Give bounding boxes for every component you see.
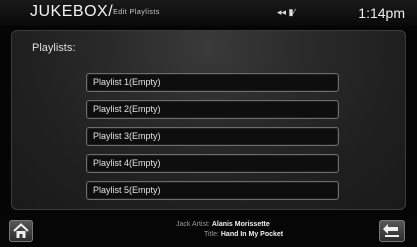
bottom-bar: Jack Artist: Alanis Morissette Title: Ha… [0, 213, 417, 247]
playlist-item[interactable]: Playlist 1(Empty) [86, 73, 339, 92]
playlist-item[interactable]: Playlist 5(Empty) [86, 181, 339, 200]
now-playing-artist-row: Jack Artist: Alanis Morissette [176, 221, 270, 228]
source-label: Jack [176, 221, 191, 228]
title-label: Title: [204, 231, 219, 238]
artist-label: Artist: [191, 221, 210, 228]
title-main: JUKEBOX/ [30, 3, 114, 20]
artist-value: Alanis Morissette [211, 221, 270, 228]
playlist-item[interactable]: Playlist 2(Empty) [86, 100, 339, 119]
status-icons: ◂◂ ▮∕ [277, 7, 295, 17]
playlist-item[interactable]: Playlist 4(Empty) [86, 154, 339, 173]
title-value: Hand In My Pocket [220, 231, 284, 238]
home-button[interactable] [9, 220, 33, 242]
jukebox-screen: JUKEBOX/Edit Playlists ◂◂ ▮∕ 1:14pm Play… [0, 0, 417, 247]
back-button[interactable] [379, 220, 405, 242]
clock: 1:14pm [358, 5, 405, 21]
playlist-label: Playlist 3(Empty) [93, 131, 161, 141]
screen-title: JUKEBOX/Edit Playlists [30, 3, 160, 21]
playlist-label: Playlist 2(Empty) [93, 104, 161, 114]
panel-title: Playlists: [32, 42, 76, 54]
playlists-panel: Playlists: Playlist 1(Empty) Playlist 2(… [11, 30, 406, 210]
now-playing-title-row: Title: Hand In My Pocket [204, 231, 283, 238]
back-arrow-icon [383, 224, 399, 237]
playlist-item[interactable]: Playlist 3(Empty) [86, 127, 339, 146]
playlist-label: Playlist 4(Empty) [93, 158, 161, 168]
playlist-label: Playlist 5(Empty) [93, 185, 161, 195]
home-icon [13, 223, 29, 238]
playlist-label: Playlist 1(Empty) [93, 77, 161, 87]
top-bar: JUKEBOX/Edit Playlists ◂◂ ▮∕ 1:14pm [0, 0, 417, 26]
title-subtitle: Edit Playlists [113, 9, 160, 16]
